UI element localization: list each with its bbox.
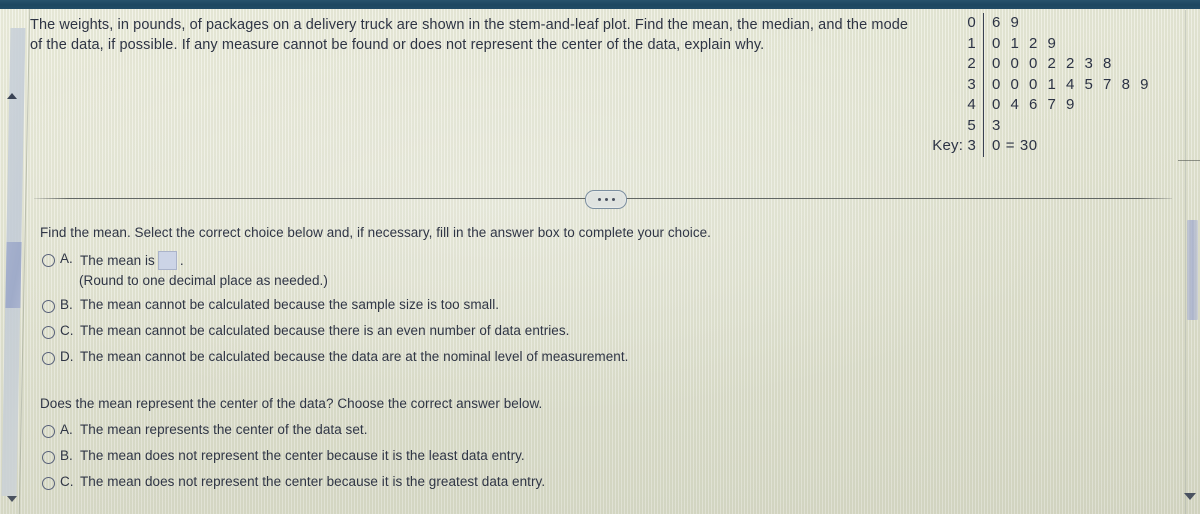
mean-answer-input[interactable]	[157, 251, 177, 270]
stem-value: 3	[967, 75, 976, 93]
choice-text-2c: The mean does not represent the center b…	[80, 474, 546, 489]
stem-leaf-separator	[983, 74, 984, 95]
ellipsis-dot-icon	[604, 198, 608, 201]
radio-button-2b[interactable]	[42, 451, 55, 464]
question-1-block: Find the mean. Select the correct choice…	[24, 224, 1024, 375]
question-prompt: The weights, in pounds, of packages on a…	[30, 15, 930, 55]
stem-value: 0	[967, 14, 976, 31]
choice-letter-2b: B.	[60, 448, 73, 463]
left-scrollbar-thumb[interactable]	[5, 242, 22, 308]
right-scrollbar-divider	[1178, 160, 1200, 161]
choice-2c[interactable]: C. The mean does not represent the cente…	[24, 474, 1024, 500]
key-value: 0 = 30	[992, 137, 1038, 154]
stem-leaf-row: 3 0 0 0 1 4 5 7 8 9	[904, 74, 1152, 95]
choice-letter-1d: D.	[60, 349, 74, 364]
left-scrollbar[interactable]	[1, 10, 26, 512]
choice-1b[interactable]: B. The mean cannot be calculated because…	[24, 297, 1024, 323]
scroll-down-arrow-icon-right[interactable]	[1184, 493, 1196, 500]
leaf-values: 0 1 2 9	[992, 34, 1059, 52]
stem-leaf-separator	[983, 115, 984, 136]
radio-button-2c[interactable]	[42, 477, 55, 490]
choice-letter-1b: B.	[60, 297, 73, 312]
choice-letter-1c: C.	[60, 323, 74, 338]
radio-button-1a[interactable]	[42, 254, 55, 267]
question-2-choices: A. The mean represents the center of the…	[24, 422, 1024, 500]
more-options-button[interactable]	[585, 190, 627, 209]
right-scrollbar-track[interactable]	[1185, 10, 1186, 514]
choice-2a[interactable]: A. The mean represents the center of the…	[24, 422, 1024, 448]
leaf-values: 0 0 0 2 2 3 8	[992, 55, 1115, 72]
stem-leaf-row: 2 0 0 0 2 2 3 8	[904, 54, 1151, 75]
stem-leaf-key-row: Key: 3 0 = 30	[904, 136, 1151, 157]
question-2-block: Does the mean represent the center of th…	[24, 395, 1024, 500]
radio-button-1c[interactable]	[42, 326, 55, 339]
stem-leaf-separator	[983, 33, 984, 54]
stem-value: 1	[967, 34, 976, 52]
screen-photo: The weights, in pounds, of packages on a…	[0, 0, 1200, 514]
choice-text-1a: The mean is .	[80, 251, 184, 270]
stem-value: 4	[967, 96, 976, 113]
leaf-values: 3	[992, 116, 1004, 134]
choice-letter-1a: A.	[60, 251, 73, 266]
rounding-note: (Round to one decimal place as needed.)	[79, 273, 328, 288]
scroll-down-arrow-icon[interactable]	[7, 496, 17, 502]
browser-top-bar	[0, 0, 1200, 9]
leaf-values: 0 4 6 7 9	[992, 96, 1078, 113]
right-scrollbar-thumb[interactable]	[1187, 220, 1198, 320]
stem-leaf-separator	[983, 54, 984, 75]
choice-1d[interactable]: D. The mean cannot be calculated because…	[24, 349, 1024, 375]
section-divider	[30, 189, 1172, 209]
stem-leaf-separator	[983, 95, 984, 116]
radio-button-1d[interactable]	[42, 352, 55, 365]
choice-1a[interactable]: A. The mean is .	[24, 251, 1024, 273]
exercise-content-panel: The weights, in pounds, of packages on a…	[18, 9, 1176, 514]
ellipsis-dot-icon	[597, 198, 601, 201]
choice-1a-text-before: The mean is	[80, 253, 155, 268]
choice-text-1b: The mean cannot be calculated because th…	[80, 297, 500, 312]
key-label: Key: 3	[932, 137, 976, 154]
choice-letter-2a: A.	[60, 422, 73, 437]
stem-and-leaf-plot: 0 6 9 1 0 1 2 9 2 0 0 0 2 2 3 8 3 0 0 0 …	[904, 13, 1151, 157]
choice-text-1d: The mean cannot be calculated because th…	[80, 349, 629, 364]
stem-leaf-separator	[983, 136, 984, 157]
stem-leaf-row: 1 0 1 2 9	[904, 33, 1151, 54]
prompt-line-2: of the data, if possible. If any measure…	[30, 37, 765, 53]
choice-text-2b: The mean does not represent the center b…	[80, 448, 525, 463]
leaf-values: 6 9	[992, 14, 1022, 31]
radio-button-1b[interactable]	[42, 300, 55, 313]
choice-2b[interactable]: B. The mean does not represent the cente…	[24, 448, 1024, 474]
stem-leaf-separator	[983, 13, 984, 34]
stem-value: 2	[967, 55, 976, 72]
choice-1a-text-after: .	[179, 253, 184, 268]
stem-leaf-row: 5 3	[904, 115, 1151, 136]
choice-text-1c: The mean cannot be calculated because th…	[80, 323, 570, 338]
leaf-values: 0 0 0 1 4 5 7 8 9	[992, 75, 1152, 93]
choice-text-2a: The mean represents the center of the da…	[80, 422, 368, 437]
stem-leaf-row: 0 6 9	[904, 13, 1151, 34]
prompt-line-1: The weights, in pounds, of packages on a…	[30, 17, 909, 33]
ellipsis-dot-icon	[611, 198, 615, 201]
choice-1c[interactable]: C. The mean cannot be calculated because…	[24, 323, 1024, 349]
right-scrollbar[interactable]	[1178, 10, 1200, 514]
question-2-text: Does the mean represent the center of th…	[40, 396, 543, 411]
question-1-choices: A. The mean is . (Round to one decimal p…	[24, 251, 1024, 375]
choice-letter-2c: C.	[60, 474, 74, 489]
stem-leaf-row: 4 0 4 6 7 9	[904, 95, 1151, 116]
question-1-text: Find the mean. Select the correct choice…	[40, 225, 711, 240]
radio-button-2a[interactable]	[42, 425, 55, 438]
stem-value: 5	[967, 116, 976, 134]
scroll-up-arrow-icon[interactable]	[7, 93, 17, 99]
